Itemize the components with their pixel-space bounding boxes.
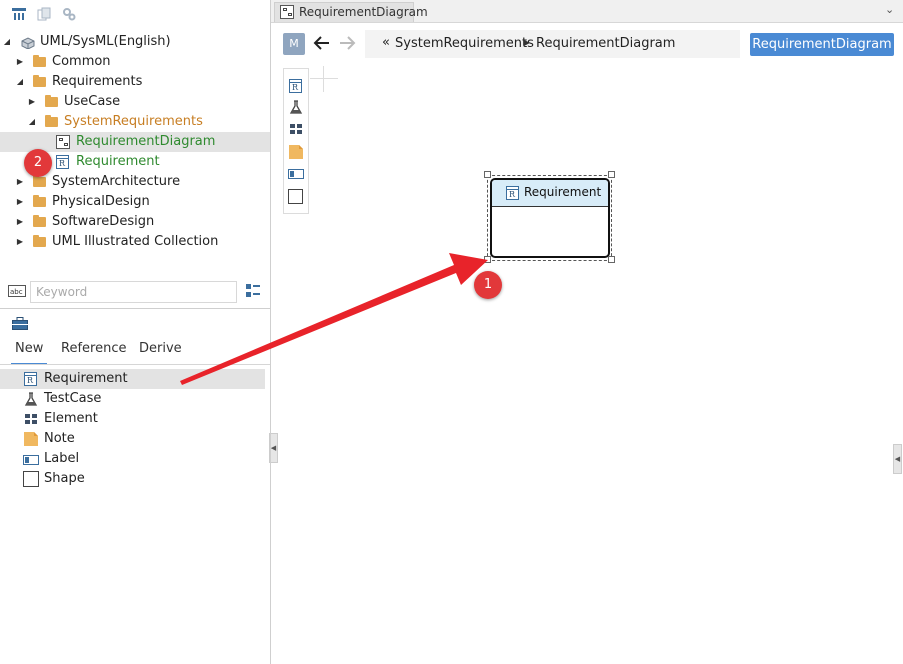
callout-badge-1: 1 — [474, 271, 502, 299]
callout-badge-2: 2 — [24, 149, 52, 177]
annotation-arrow — [180, 253, 488, 385]
